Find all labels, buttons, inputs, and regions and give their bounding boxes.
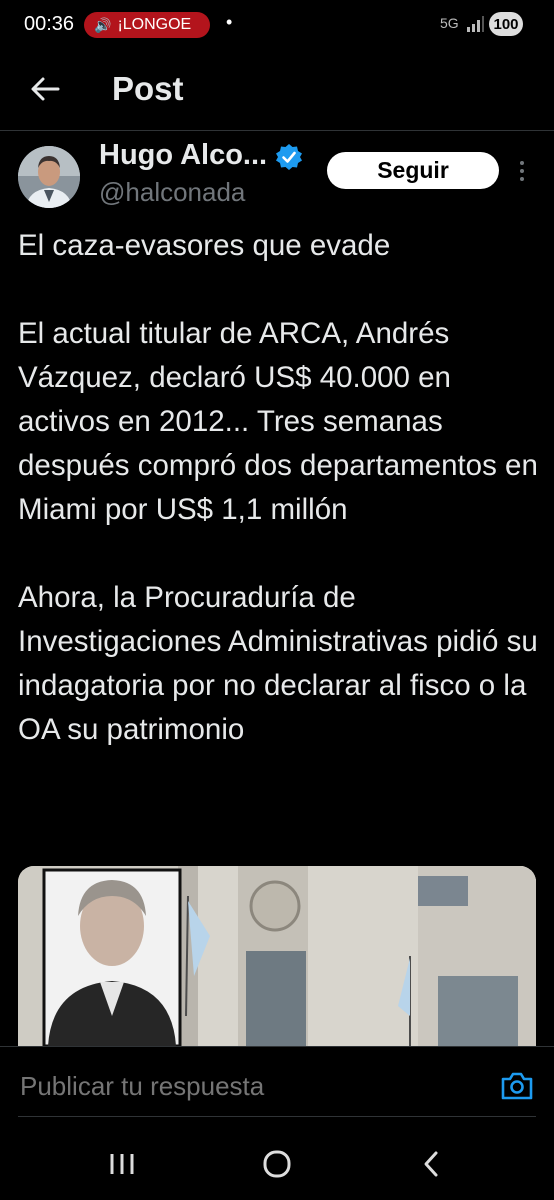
author-handle[interactable]: @halconada bbox=[99, 177, 245, 208]
divider bbox=[18, 1116, 536, 1117]
post-text: El caza-evasores que evade El actual tit… bbox=[18, 224, 538, 752]
post-media-image[interactable] bbox=[18, 866, 536, 1046]
page-title: Post bbox=[112, 70, 184, 107]
follow-button[interactable]: Seguir bbox=[327, 152, 499, 189]
post-paragraph: El actual titular de ARCA, Andrés Vázque… bbox=[18, 317, 538, 526]
system-nav-bar bbox=[0, 1130, 554, 1200]
reply-input[interactable] bbox=[18, 1070, 357, 1103]
status-time: 00:36 bbox=[24, 13, 75, 35]
camera-icon[interactable] bbox=[500, 1071, 534, 1101]
post-paragraph: El caza-evasores que evade bbox=[18, 229, 391, 262]
avatar[interactable] bbox=[18, 146, 80, 208]
status-bar: 00:36 🔊 ¡LONGOE • 5G 100 bbox=[0, 0, 554, 48]
network-type: 5G bbox=[440, 15, 459, 31]
author-name[interactable]: Hugo Alco... bbox=[99, 139, 267, 172]
notification-dot-icon: • bbox=[226, 12, 233, 32]
more-options-icon[interactable] bbox=[514, 158, 530, 184]
recents-icon[interactable] bbox=[102, 1148, 142, 1180]
post-paragraph: Ahora, la Procuraduría de Investigacione… bbox=[18, 581, 538, 746]
media-photo bbox=[18, 866, 536, 1046]
notification-pill-label: ¡LONGOE bbox=[117, 16, 192, 33]
top-bar: Post bbox=[0, 48, 554, 131]
nav-back-icon[interactable] bbox=[412, 1148, 452, 1180]
verified-badge-icon bbox=[276, 144, 302, 170]
signal-icon bbox=[467, 16, 484, 32]
home-icon[interactable] bbox=[257, 1148, 297, 1180]
speaker-icon: 🔊 bbox=[94, 16, 112, 33]
battery-indicator: 100 bbox=[489, 12, 523, 36]
avatar-image bbox=[18, 146, 80, 208]
back-arrow-icon[interactable] bbox=[28, 72, 62, 106]
notification-pill[interactable]: 🔊 ¡LONGOE bbox=[84, 12, 210, 38]
